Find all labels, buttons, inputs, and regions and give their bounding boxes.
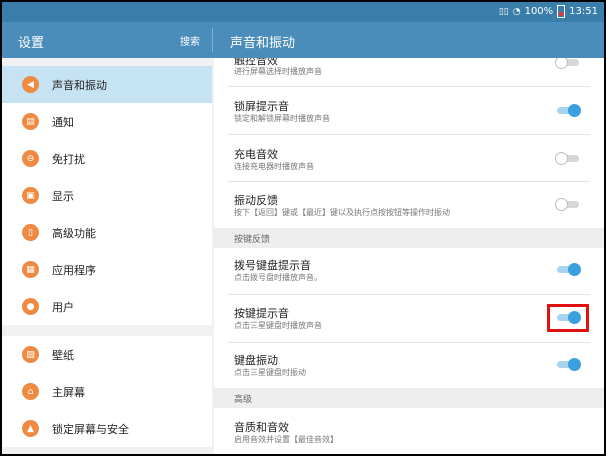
setting-subtitle: 连接充电器时播放声音 — [234, 162, 314, 171]
sidebar-item-label: 锁定屏幕与安全 — [52, 422, 129, 436]
status-bar: ▯▯ ◔ 100% 13:51 — [2, 2, 604, 22]
divider — [228, 294, 590, 295]
sidebar-item-advanced-features[interactable]: ▯ 高级功能 — [2, 214, 212, 251]
detail-title: 声音和振动 — [230, 36, 296, 51]
setting-title: 振动反馈 — [234, 194, 278, 207]
setting-dialpad-sound[interactable]: 拨号键盘提示音 点击拨号盘时播放声音。 — [214, 253, 604, 289]
setting-subtitle: 启用音效并设置【最佳音效】 — [234, 435, 338, 444]
advanced-features-icon: ▯ — [22, 224, 39, 241]
sidebar-item-notifications[interactable]: ▤ 通知 — [2, 103, 212, 140]
setting-keyboard-vibration[interactable]: 键盘振动 点击三星键盘时振动 — [214, 348, 604, 384]
setting-title: 按键提示音 — [234, 307, 289, 320]
notification-icon: ▤ — [22, 113, 39, 130]
lock-icon: ▲ — [22, 420, 39, 437]
sidebar-item-apps[interactable]: ▦ 应用程序 — [2, 251, 212, 288]
dialpad-sound-toggle[interactable] — [555, 263, 581, 276]
setting-title: 拨号键盘提示音 — [234, 259, 311, 272]
apps-grid-icon: ▦ — [22, 261, 39, 278]
setting-touch-sound[interactable]: 触控音效 进行屏幕选择时播放声音 — [214, 58, 604, 82]
charging-sound-toggle[interactable] — [555, 152, 581, 165]
sidebar-item-display[interactable]: ▣ 显示 — [2, 177, 212, 214]
setting-subtitle: 锁定和解锁屏幕时播放声音 — [234, 114, 330, 123]
page-title: 设置 — [18, 36, 45, 51]
setting-subtitle: 点击三星键盘时播放声音 — [234, 321, 322, 330]
sidebar-item-label: 壁纸 — [52, 348, 74, 362]
section-header-advanced: 高级 — [214, 388, 604, 408]
setting-title: 键盘振动 — [234, 354, 278, 367]
keyboard-vibration-toggle[interactable] — [555, 358, 581, 371]
sidebar-item-label: 用户 — [52, 300, 74, 314]
setting-title: 充电音效 — [234, 148, 278, 161]
sidebar-item-label: 主屏幕 — [52, 385, 85, 399]
sidebar-group-1: ◀ 声音和振动 ▤ 通知 ⊖ 免打扰 ▣ 显示 ▯ 高级功能 ▦ 应用程序 ● … — [2, 66, 212, 325]
section-header-keyboard: 按键反馈 — [214, 228, 604, 248]
divider — [228, 181, 590, 182]
sidebar-item-do-not-disturb[interactable]: ⊖ 免打扰 — [2, 140, 212, 177]
divider — [228, 86, 590, 87]
sidebar-item-wallpaper[interactable]: ▧ 壁纸 — [2, 336, 212, 373]
vibration-feedback-toggle[interactable] — [555, 198, 581, 211]
do-not-disturb-icon: ⊖ — [22, 150, 39, 167]
sidebar-item-label: 应用程序 — [52, 263, 96, 277]
setting-title: 锁屏提示音 — [234, 100, 289, 113]
speaker-icon: ◀ — [22, 76, 39, 93]
tablet-screen: ▯▯ ◔ 100% 13:51 设置 搜索 声音和振动 ◀ 声音和振动 ▤ 通知… — [2, 2, 604, 454]
wifi-icon: ◔ — [512, 6, 521, 17]
sidebar-item-label: 免打扰 — [52, 152, 85, 166]
battery-icon — [557, 5, 566, 18]
setting-title: 音质和音效 — [234, 421, 289, 434]
setting-subtitle: 点击拨号盘时播放声音。 — [234, 273, 322, 282]
users-icon: ● — [22, 298, 39, 315]
divider — [228, 342, 590, 343]
touch-sound-toggle[interactable] — [555, 58, 581, 69]
lock-screen-sound-toggle[interactable] — [555, 104, 581, 117]
clock: 13:51 — [569, 6, 598, 17]
sidebar-item-label: 通知 — [52, 115, 74, 129]
nfc-icon: ▯▯ — [498, 6, 509, 17]
sidebar-item-home-screen[interactable]: ⌂ 主屏幕 — [2, 373, 212, 410]
divider — [228, 134, 590, 135]
setting-subtitle: 点击三星键盘时振动 — [234, 368, 306, 377]
setting-lock-screen-sound[interactable]: 锁屏提示音 锁定和解锁屏幕时播放声音 — [214, 94, 604, 130]
search-button[interactable]: 搜索 — [180, 33, 200, 48]
setting-keyboard-sound[interactable]: 按键提示音 点击三星键盘时播放声音 — [214, 301, 604, 337]
sidebar-item-users[interactable]: ● 用户 — [2, 288, 212, 325]
settings-detail-panel: 触控音效 进行屏幕选择时播放声音 锁屏提示音 锁定和解锁屏幕时播放声音 充电音效… — [214, 58, 604, 454]
wallpaper-icon: ▧ — [22, 346, 39, 363]
sidebar-group-2: ▧ 壁纸 ⌂ 主屏幕 ▲ 锁定屏幕与安全 — [2, 336, 212, 447]
sidebar-item-sound-vibration[interactable]: ◀ 声音和振动 — [2, 66, 212, 103]
setting-sound-quality-effects[interactable]: 音质和音效 启用音效并设置【最佳音效】 — [214, 413, 604, 454]
sidebar-item-label: 显示 — [52, 189, 74, 203]
settings-sidebar: ◀ 声音和振动 ▤ 通知 ⊖ 免打扰 ▣ 显示 ▯ 高级功能 ▦ 应用程序 ● … — [2, 58, 212, 454]
highlight-box — [547, 304, 589, 332]
setting-subtitle: 按下【返回】键或【最近】键以及执行点按按钮等操作时振动 — [234, 208, 450, 217]
home-icon: ⌂ — [22, 383, 39, 400]
sidebar-item-label: 声音和振动 — [52, 78, 107, 92]
header-divider — [212, 28, 213, 52]
section-label: 高级 — [234, 395, 253, 405]
section-label: 按键反馈 — [234, 235, 271, 245]
battery-percent: 100% — [524, 6, 554, 17]
setting-subtitle: 进行屏幕选择时播放声音 — [234, 67, 322, 76]
app-header: 设置 搜索 声音和振动 — [2, 22, 604, 58]
display-icon: ▣ — [22, 187, 39, 204]
setting-vibration-feedback[interactable]: 振动反馈 按下【返回】键或【最近】键以及执行点按按钮等操作时振动 — [214, 188, 604, 224]
sidebar-item-label: 高级功能 — [52, 226, 96, 240]
sidebar-item-lock-screen-security[interactable]: ▲ 锁定屏幕与安全 — [2, 410, 212, 447]
setting-charging-sound[interactable]: 充电音效 连接充电器时播放声音 — [214, 142, 604, 178]
